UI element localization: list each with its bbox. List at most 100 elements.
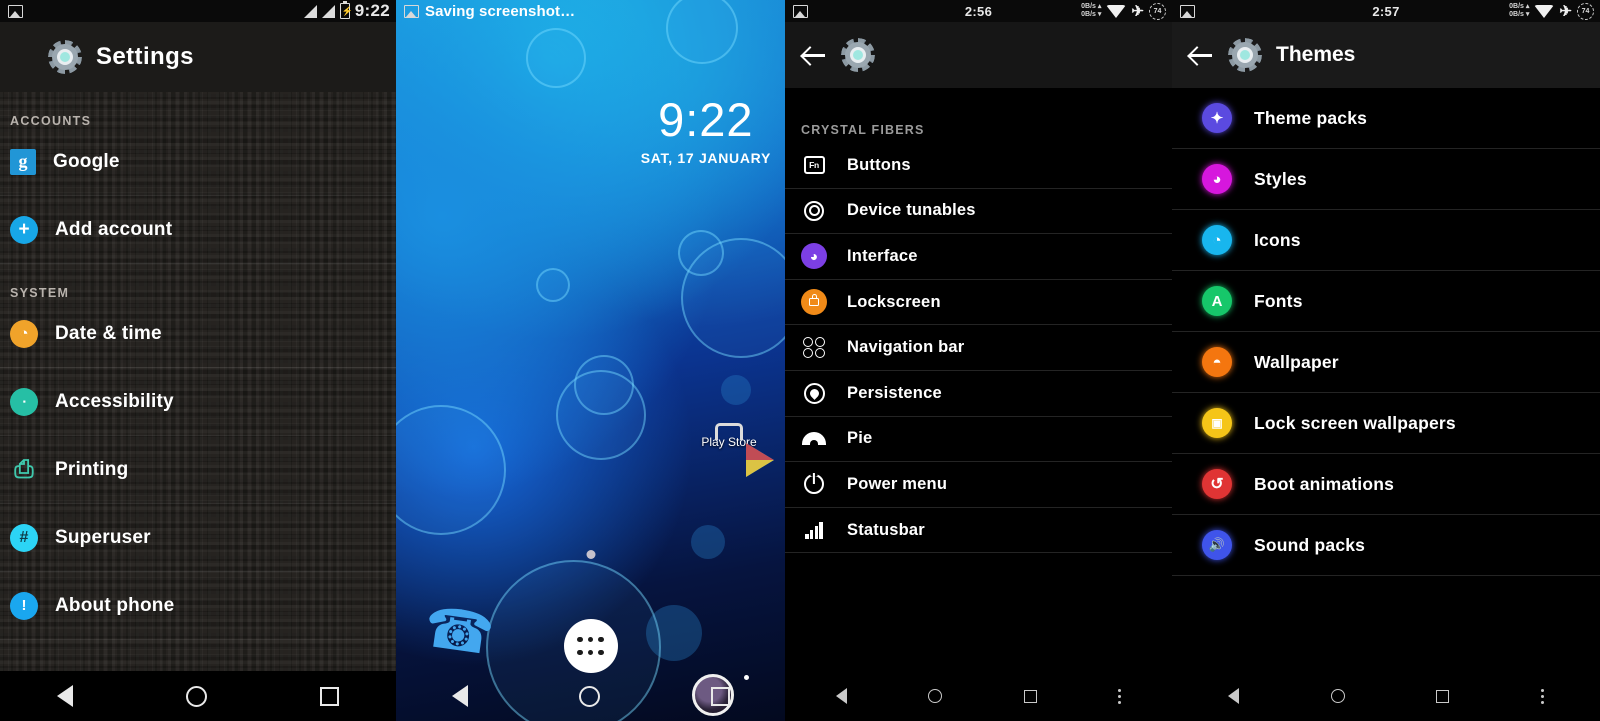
list-item-label: Icons bbox=[1254, 229, 1301, 250]
menu-icon[interactable] bbox=[1541, 688, 1545, 704]
back-icon[interactable] bbox=[835, 688, 847, 704]
status-clock: 9:22 bbox=[354, 1, 390, 20]
phone-icon[interactable]: ☎ bbox=[420, 594, 498, 666]
settings-item-label: Accessibility bbox=[55, 390, 174, 412]
settings-gear-icon bbox=[1228, 38, 1262, 72]
settings-item-printing[interactable]: ⎙ Printing bbox=[0, 436, 396, 504]
signal-bars-icon bbox=[801, 517, 827, 543]
list-item-label: Styles bbox=[1254, 168, 1307, 189]
list-item-label: Buttons bbox=[847, 155, 911, 174]
back-icon[interactable] bbox=[451, 685, 468, 707]
list-item-navigation-bar[interactable]: Navigation bar bbox=[785, 325, 1172, 371]
panel-crystal-fibers: 2:56 0B/s ▴ 0B/s ▾ ✈ 74 CRYSTAL FIBERS F… bbox=[785, 0, 1172, 721]
list-item-icons[interactable]: ◔ Icons bbox=[1172, 210, 1600, 271]
palette-icon: ◕ bbox=[1202, 164, 1232, 194]
lock-icon bbox=[801, 289, 827, 316]
settings-item-accessibility[interactable]: ᐧ Accessibility bbox=[0, 368, 396, 436]
signal-icon bbox=[321, 4, 335, 18]
app-drawer-icon[interactable] bbox=[563, 619, 618, 673]
settings-item-add-account[interactable]: + Add account bbox=[0, 196, 396, 264]
info-icon: ! bbox=[10, 591, 38, 620]
hash-icon: # bbox=[10, 523, 38, 552]
back-arrow-icon[interactable] bbox=[801, 42, 827, 68]
panel-settings: ⚡ 9:22 Settings ACCOUNTS g Google + Add … bbox=[0, 0, 396, 721]
screenshot-collage: ⚡ 9:22 Settings ACCOUNTS g Google + Add … bbox=[0, 0, 1600, 721]
list-item-styles[interactable]: ◕ Styles bbox=[1172, 149, 1600, 210]
settings-item-label: Printing bbox=[55, 458, 129, 480]
image-icon bbox=[404, 4, 419, 18]
app-icon-play-store[interactable]: Play Store bbox=[687, 432, 774, 477]
section-header-crystal-fibers: CRYSTAL FIBERS bbox=[801, 123, 925, 137]
app-bar-crystal-fibers bbox=[785, 22, 1172, 88]
settings-item-date-time[interactable]: ◔ Date & time bbox=[0, 300, 396, 368]
list-item-statusbar[interactable]: Statusbar bbox=[785, 508, 1172, 554]
list-item-label: Power menu bbox=[847, 474, 948, 493]
status-bar-3: 2:56 0B/s ▴ 0B/s ▾ ✈ 74 bbox=[785, 0, 1172, 22]
list-item-label: Persistence bbox=[847, 383, 942, 402]
app-bar-settings: Settings bbox=[0, 22, 396, 92]
notification-text: Saving screenshot… bbox=[425, 2, 576, 20]
recents-icon[interactable] bbox=[710, 686, 730, 706]
recents-icon[interactable] bbox=[1436, 689, 1450, 703]
back-icon[interactable] bbox=[1227, 688, 1239, 704]
list-item-label: Pie bbox=[847, 429, 873, 448]
wallpaper-icon: ◓ bbox=[1202, 347, 1232, 377]
list-item-device-tunables[interactable]: Device tunables bbox=[785, 189, 1172, 235]
settings-item-label: Superuser bbox=[55, 526, 151, 548]
list-item-lock-screen-wallpapers[interactable]: ▣ Lock screen wallpapers bbox=[1172, 393, 1600, 454]
printer-icon: ⎙ bbox=[14, 455, 34, 483]
gear-outline-icon bbox=[801, 198, 827, 224]
list-item-wallpaper[interactable]: ◓ Wallpaper bbox=[1172, 332, 1600, 393]
navigation-bar-3 bbox=[785, 671, 1172, 721]
list-item-boot-animations[interactable]: ↺ Boot animations bbox=[1172, 454, 1600, 515]
list-item-pie[interactable]: Pie bbox=[785, 417, 1172, 463]
status-clock: 2:56 bbox=[964, 3, 993, 19]
accessibility-icon: ᐧ bbox=[10, 387, 38, 416]
lock-wallpaper-icon: ▣ bbox=[1202, 408, 1232, 438]
list-item-theme-packs[interactable]: ✦ Theme packs bbox=[1172, 88, 1600, 149]
home-icon[interactable] bbox=[578, 685, 600, 707]
settings-gear-icon bbox=[48, 40, 82, 74]
list-item-persistence[interactable]: Persistence bbox=[785, 371, 1172, 417]
image-icon bbox=[8, 4, 23, 18]
list-item-label: Statusbar bbox=[847, 520, 925, 539]
list-item-interface[interactable]: ◕ Interface bbox=[785, 234, 1172, 280]
back-icon[interactable] bbox=[56, 685, 73, 707]
list-item-power-menu[interactable]: Power menu bbox=[785, 462, 1172, 508]
list-item-fonts[interactable]: A Fonts bbox=[1172, 271, 1600, 332]
list-item-label: Theme packs bbox=[1254, 107, 1368, 128]
home-icon[interactable] bbox=[1330, 689, 1345, 703]
list-item-label: Wallpaper bbox=[1254, 351, 1339, 372]
themes-list: ✦ Theme packs ◕ Styles ◔ Icons A Fonts ◓… bbox=[1172, 88, 1600, 576]
navigation-bar-1 bbox=[0, 671, 396, 721]
menu-icon[interactable] bbox=[1118, 688, 1122, 704]
google-icon: g bbox=[10, 148, 36, 175]
list-item-lockscreen[interactable]: Lockscreen bbox=[785, 280, 1172, 326]
list-item-buttons[interactable]: Fn Buttons bbox=[785, 143, 1172, 189]
recents-icon[interactable] bbox=[320, 686, 340, 706]
settings-item-about-phone[interactable]: ! About phone bbox=[0, 572, 396, 640]
page-title: Settings bbox=[96, 43, 194, 70]
clock-icon: ◔ bbox=[10, 319, 38, 348]
home-icon[interactable] bbox=[928, 689, 943, 703]
settings-item-google[interactable]: g Google bbox=[0, 128, 396, 196]
settings-item-label: Add account bbox=[55, 218, 173, 240]
settings-item-superuser[interactable]: # Superuser bbox=[0, 504, 396, 572]
boot-anim-icon: ↺ bbox=[1202, 469, 1232, 499]
panel-themes: 2:57 0B/s ▴ 0B/s ▾ ✈ 74 Themes ✦ Theme p… bbox=[1172, 0, 1600, 721]
page-indicator-dot bbox=[586, 550, 595, 559]
page-title: Themes bbox=[1276, 43, 1356, 66]
home-icon[interactable] bbox=[185, 685, 207, 707]
clock-widget[interactable]: 9:22 SAT, 17 JANUARY bbox=[641, 96, 771, 165]
list-item-label: Navigation bar bbox=[847, 338, 965, 357]
settings-gear-icon bbox=[841, 38, 875, 72]
status-bar-1: ⚡ 9:22 bbox=[0, 0, 396, 22]
plus-icon: + bbox=[10, 215, 38, 244]
list-item-sound-packs[interactable]: 🔊 Sound packs bbox=[1172, 515, 1600, 576]
navigation-bar-icon bbox=[801, 335, 827, 361]
recents-icon[interactable] bbox=[1023, 689, 1037, 703]
list-item-label: Lock screen wallpapers bbox=[1254, 412, 1456, 433]
palette-icon: ◕ bbox=[801, 243, 827, 270]
list-item-label: Fonts bbox=[1254, 290, 1303, 311]
back-arrow-icon[interactable] bbox=[1188, 42, 1214, 68]
